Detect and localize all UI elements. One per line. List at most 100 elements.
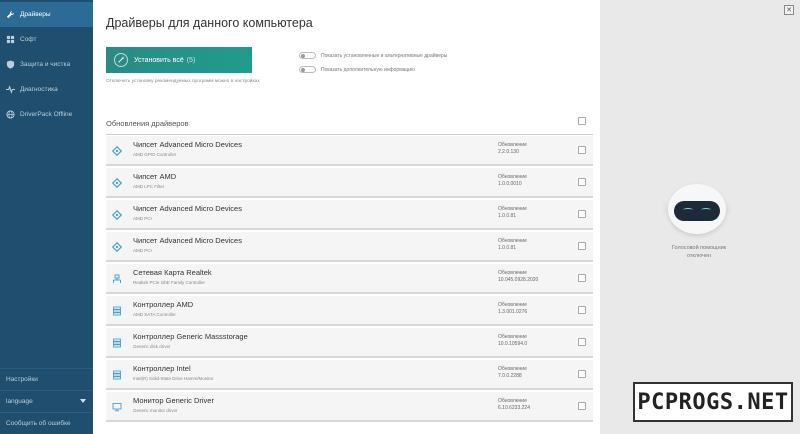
assistant-status: Голосовой помощник отключен	[640, 244, 758, 260]
update-version: 1.0.0.81	[498, 245, 517, 251]
settings-label: Настройки	[6, 376, 38, 383]
storage-icon	[112, 338, 122, 348]
driver-name: Чипсет Advanced Micro Devices	[133, 140, 242, 149]
update-label: Обновление	[498, 142, 527, 148]
assistant-robot-icon[interactable]	[663, 182, 733, 240]
table-row[interactable]: Сетевая Карта Realtek Realtek PCIe GbE F…	[106, 264, 593, 294]
grid-icon	[6, 35, 15, 44]
globe-icon	[6, 110, 15, 119]
driver-device: AMD SATA Controller	[133, 312, 176, 317]
driver-device: AMD LPC Filter	[133, 184, 165, 189]
driver-checkbox[interactable]	[578, 402, 586, 410]
driver-device: Generic monitor driver	[133, 408, 178, 413]
storage-icon	[112, 370, 122, 380]
driver-checkbox[interactable]	[578, 146, 586, 154]
driver-checkbox[interactable]	[578, 306, 586, 314]
sidebar: Драйверы Софт Защита и чистка Диагностик…	[0, 0, 93, 434]
driver-checkbox[interactable]	[578, 210, 586, 218]
driver-name: Монитор Generic Driver	[133, 396, 214, 405]
table-row[interactable]: Чипсет AMD AMD LPC Filter Обновление 1.0.…	[106, 168, 593, 198]
report-bug-link[interactable]: Сообщить об ошибке	[0, 412, 93, 434]
update-version: 2.2.0.130	[498, 149, 519, 155]
table-row[interactable]: Чипсет Advanced Micro Devices AMD PCI Об…	[106, 200, 593, 230]
pulse-icon	[6, 85, 15, 94]
driver-name: Контроллер Generic Massstorage	[133, 332, 248, 341]
table-row[interactable]: Монитор Generic Driver Generic monitor d…	[106, 392, 593, 422]
toggle-show-info[interactable]: Показать дополнительную информацию	[299, 66, 415, 73]
driver-checkbox[interactable]	[578, 274, 586, 282]
toggle-switch[interactable]	[299, 52, 316, 59]
update-version: 1.0.0.81	[498, 213, 517, 219]
chevron-down-icon	[80, 399, 86, 403]
sidebar-footer: Настройки language Сообщить об ошибке	[0, 368, 93, 434]
storage-icon	[112, 306, 122, 316]
sidebar-item-offline[interactable]: DriverPack Offline	[0, 102, 93, 127]
sidebar-item-software[interactable]: Софт	[0, 27, 93, 52]
sidebar-item-drivers[interactable]: Драйверы	[0, 2, 93, 27]
close-icon: ✕	[786, 7, 792, 14]
install-all-button[interactable]: Установить всё (5)	[106, 47, 252, 73]
driver-name: Чипсет Advanced Micro Devices	[133, 236, 242, 245]
sidebar-item-diagnostics[interactable]: Диагностика	[0, 77, 93, 102]
driver-device: AMD GPIO Controller	[133, 152, 177, 157]
driver-update: Обновление 1.0.0.81	[498, 206, 527, 220]
chipset-icon	[112, 242, 122, 252]
report-label: Сообщить об ошибке	[6, 420, 71, 427]
update-label: Обновление	[498, 334, 527, 340]
sidebar-item-label: DriverPack Offline	[20, 111, 73, 118]
update-version: 6.10.6233.224	[498, 405, 530, 411]
assistant-panel: ✕ Голосовой помощник отключен	[600, 0, 800, 434]
driver-name: Чипсет Advanced Micro Devices	[133, 204, 242, 213]
update-version: 1.3.001.0276	[498, 309, 528, 315]
chipset-icon	[112, 210, 122, 220]
driver-checkbox[interactable]	[578, 338, 586, 346]
sidebar-item-label: Защита и чистка	[20, 61, 71, 68]
driver-device: Generic disk driver	[133, 344, 171, 349]
driver-update: Обновление 7.0.0.2288	[498, 366, 527, 380]
toggle-show-installed[interactable]: Показать установленные и альтернативные …	[299, 52, 447, 59]
driver-update: Обновление 2.2.0.130	[498, 142, 527, 156]
driver-checkbox[interactable]	[578, 242, 586, 250]
settings-link[interactable]: Настройки	[0, 368, 93, 390]
install-all-label: Установить всё	[134, 56, 184, 64]
assistant-caption-line2: отключен	[686, 253, 712, 259]
update-label: Обновление	[498, 206, 527, 212]
page-title: Драйверы для данного компьютера	[106, 16, 313, 30]
driver-checkbox[interactable]	[578, 178, 586, 186]
update-label: Обновление	[498, 238, 527, 244]
driver-update: Обновление 6.10.6233.224	[498, 398, 530, 412]
update-label: Обновление	[498, 398, 527, 404]
watermark-logo: PCPROGS.NET	[633, 382, 793, 422]
sidebar-item-protection[interactable]: Защита и чистка	[0, 52, 93, 77]
close-button[interactable]: ✕	[784, 5, 794, 15]
robot-eye-right	[701, 208, 711, 212]
driver-update: Обновление 10.045.0928.2020	[498, 270, 538, 284]
driver-update: Обновление 1.0.0.81	[498, 238, 527, 252]
driver-device: Realtek PCIe GbE Family Controller	[133, 280, 206, 285]
table-row[interactable]: Контроллер Intel Intel(R) Solid-State Dr…	[106, 360, 593, 390]
driver-checkbox[interactable]	[578, 370, 586, 378]
language-label: language	[6, 398, 33, 405]
language-select[interactable]: language	[0, 390, 93, 412]
table-row[interactable]: Чипсет Advanced Micro Devices AMD PCI Об…	[106, 232, 593, 262]
table-row[interactable]: Контроллер Generic Massstorage Generic d…	[106, 328, 593, 358]
driver-device: AMD PCI	[133, 248, 152, 253]
install-count: (5)	[186, 56, 196, 64]
table-row[interactable]: Чипсет Advanced Micro Devices AMD GPIO C…	[106, 136, 593, 166]
robot-face	[674, 201, 720, 221]
monitor-icon	[112, 402, 122, 412]
chipset-icon	[112, 178, 122, 188]
wrench-icon	[6, 10, 15, 19]
update-version: 7.0.0.2288	[498, 373, 522, 379]
select-all-checkbox[interactable]	[578, 117, 586, 125]
network-icon	[112, 274, 122, 284]
section-title: Обновления драйверов	[106, 119, 189, 128]
driver-update: Обновление 1.3.001.0276	[498, 302, 527, 316]
table-row[interactable]: Контроллер AMD AMD SATA Controller Обнов…	[106, 296, 593, 326]
section-header: Обновления драйверов	[106, 113, 593, 135]
update-label: Обновление	[498, 302, 527, 308]
sidebar-item-label: Драйверы	[20, 11, 51, 18]
sidebar-item-label: Софт	[20, 36, 37, 43]
toggle-switch[interactable]	[299, 66, 316, 73]
driver-name: Контроллер Intel	[133, 364, 191, 373]
